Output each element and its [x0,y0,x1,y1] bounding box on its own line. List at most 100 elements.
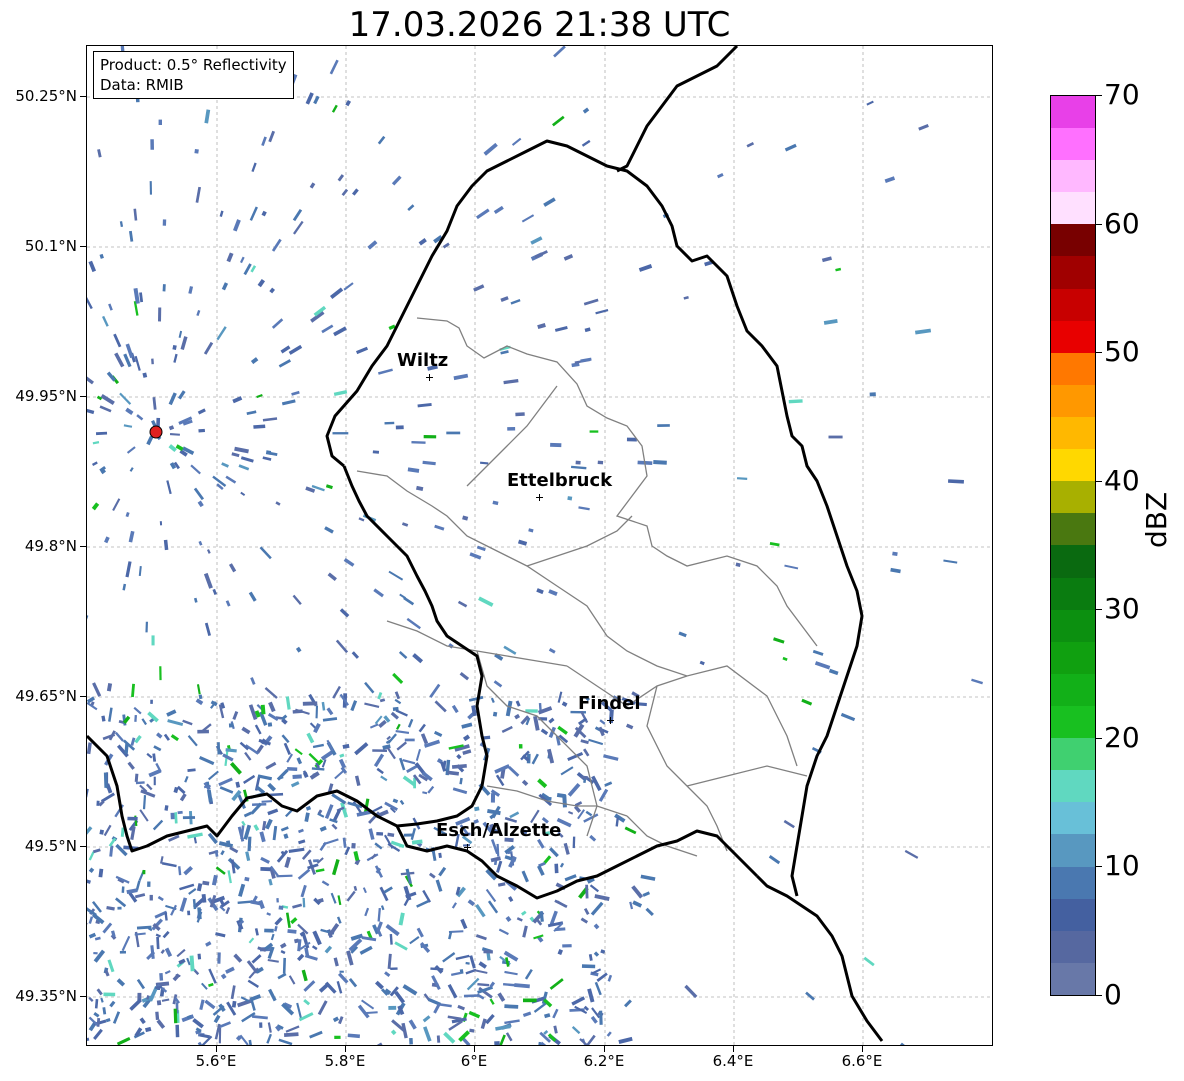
echo-cell [321,880,330,887]
echo-cell [508,896,514,902]
echo-cell [150,699,153,704]
echo-cell [295,646,302,653]
echo-cell [109,1000,116,1008]
echo-cell [206,789,213,803]
echo-cell [540,728,549,736]
echo-cell [134,893,146,899]
echo-cell [593,951,600,957]
echo-cell [416,485,424,492]
echo-cell [598,788,609,802]
colorbar-segment [1051,866,1095,899]
echo-cell [104,969,110,977]
colorbar-tick-label: 10 [1104,849,1140,883]
echo-cell [407,718,414,728]
echo-cell [261,210,267,217]
echo-cell [173,353,178,363]
echo-cell [442,242,450,249]
echo-cell [499,1034,506,1045]
echo-cell [87,826,93,836]
echo-cell [296,1002,302,1019]
echo-cell [377,135,386,145]
echo-cell [269,287,276,294]
echo-cell [112,1011,121,1024]
colorbar-tick-label: 30 [1104,592,1140,626]
echo-cell [493,680,503,688]
echo-cell [93,949,106,963]
echo-cell [285,696,291,710]
echo-cell [473,969,488,974]
echo-cell [105,1018,111,1023]
echo-cell [442,952,456,963]
echo-cell [93,952,98,955]
echo-cell [325,484,333,490]
echo-cell [208,982,214,987]
echo-cell [395,730,410,735]
lon-tick [604,1046,605,1052]
echo-cell [287,929,297,934]
echo-cell [514,983,530,989]
echo-cell [398,912,405,926]
echo-cell [536,588,544,595]
echo-cell [823,318,838,325]
echo-cell [434,524,445,531]
echo-cell [615,817,620,827]
echo-cell [366,1011,378,1014]
echo-cell [553,1025,558,1034]
echo-cell [229,846,239,854]
echo-cell [225,966,235,974]
echo-cell [584,327,591,333]
echo-cell [261,820,267,831]
echo-cell [332,809,342,822]
echo-cell [151,635,155,646]
echo-cell [91,502,100,511]
echo-cell [884,176,896,183]
echo-cell [159,521,163,526]
echo-cell [203,572,213,589]
colorbar-segment [1051,352,1095,385]
echo-cell [248,591,257,602]
echo-cell [595,308,609,315]
echo-cell [259,831,266,843]
echo-cell [678,631,687,638]
echo-cell [164,805,169,811]
echo-cell [581,964,596,969]
echo-cell [260,856,270,864]
echo-cell [122,583,127,591]
echo-cell [127,816,138,821]
echo-cell [475,934,487,941]
echo-cell [169,433,180,436]
echo-cell [396,723,401,730]
echo-cell [250,677,256,685]
echo-cell [332,1016,340,1023]
echo-cell [524,968,533,980]
echo-cell [231,1000,237,1008]
echo-cell [127,761,135,770]
echo-cell [167,719,184,727]
echo-cell [504,970,518,976]
echo-cell [422,791,428,795]
echo-cell [156,1000,162,1006]
echo-cell [168,425,175,431]
echo-cell [276,898,279,903]
echo-cell [330,287,344,299]
echo-cell [423,1026,432,1042]
echo-cell [460,918,468,930]
city-label-findel: Findel [578,693,641,714]
echo-cell [589,430,599,433]
echo-cell [259,1022,263,1028]
echo-cell [402,984,418,996]
echo-cell [863,956,875,967]
echo-cell [624,826,637,835]
echo-cell [496,843,500,857]
echo-cell [323,838,339,846]
echo-cell [87,408,95,415]
echo-cell [233,953,243,963]
echo-cell [166,480,172,495]
echo-cell [383,886,393,894]
echo-cell [562,944,572,948]
echo-cell [96,988,103,996]
echo-cell [204,109,211,124]
echo-cell [139,1017,146,1025]
echo-cell [153,776,156,786]
lon-tick [474,1046,475,1052]
